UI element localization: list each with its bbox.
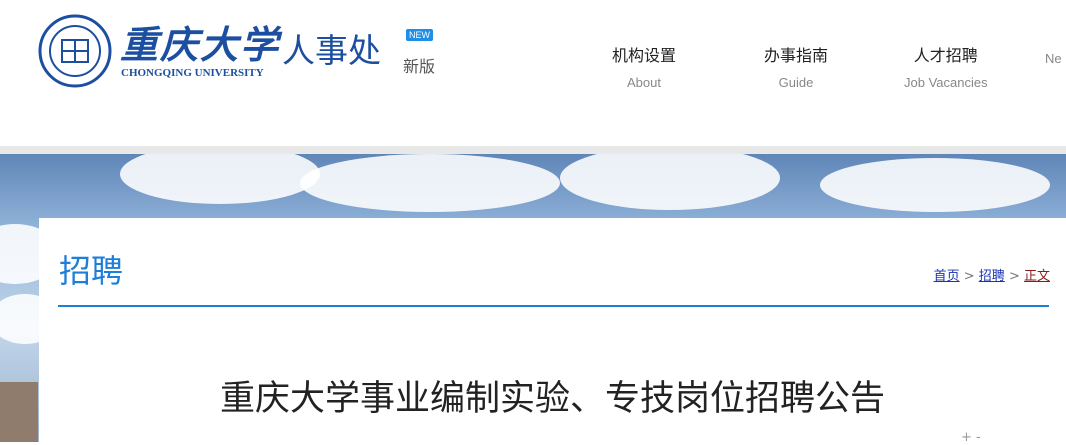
content-panel: 招聘 首页 > 招聘 > 正文 重庆大学事业编制实验、专技岗位招聘公告 + -: [39, 218, 1066, 445]
nav-item-sublabel: Guide: [778, 75, 814, 90]
font-size-icon[interactable]: + -: [961, 430, 981, 445]
building-image: [0, 382, 38, 442]
section-title: 招聘: [59, 252, 124, 290]
nav-item-about[interactable]: 机构设置 About: [612, 42, 676, 92]
site-header: 重庆大学 CHONGQING UNIVERSITY 人事处 NEW 新版 机构设…: [0, 0, 1066, 148]
nav-item-news[interactable]: Ne: [1045, 42, 1062, 92]
breadcrumb-separator: >: [1008, 269, 1020, 284]
new-version-label: 新版: [403, 57, 436, 76]
breadcrumb: 首页 > 招聘 > 正文: [934, 265, 1050, 284]
nav-item-label: 机构设置: [612, 46, 677, 65]
new-badge: NEW: [406, 29, 433, 41]
nav-item-sublabel: Ne: [1045, 51, 1062, 66]
logo-chinese-name[interactable]: 重庆大学: [120, 14, 280, 69]
nav-item-sublabel: About: [627, 75, 661, 90]
department-name: 人事处: [282, 31, 381, 70]
nav-item-label: 人才招聘: [913, 46, 978, 65]
section-divider: [58, 305, 1049, 307]
breadcrumb-separator: >: [963, 269, 975, 284]
logo-english-name[interactable]: CHONGQING UNIVERSITY: [121, 67, 264, 79]
nav-item-guide[interactable]: 办事指南 Guide: [764, 42, 828, 92]
university-seal-icon[interactable]: [38, 14, 112, 88]
article-title: 重庆大学事业编制实验、专技岗位招聘公告: [219, 379, 885, 419]
nav-item-label: 办事指南: [764, 46, 829, 65]
nav-item-job-vacancies[interactable]: 人才招聘 Job Vacancies: [904, 42, 988, 92]
nav-item-sublabel: Job Vacancies: [904, 75, 988, 90]
header-divider: [0, 146, 1066, 154]
breadcrumb-current-link[interactable]: 正文: [1024, 269, 1050, 284]
breadcrumb-section-link[interactable]: 招聘: [979, 269, 1005, 284]
breadcrumb-home-link[interactable]: 首页: [934, 269, 960, 284]
